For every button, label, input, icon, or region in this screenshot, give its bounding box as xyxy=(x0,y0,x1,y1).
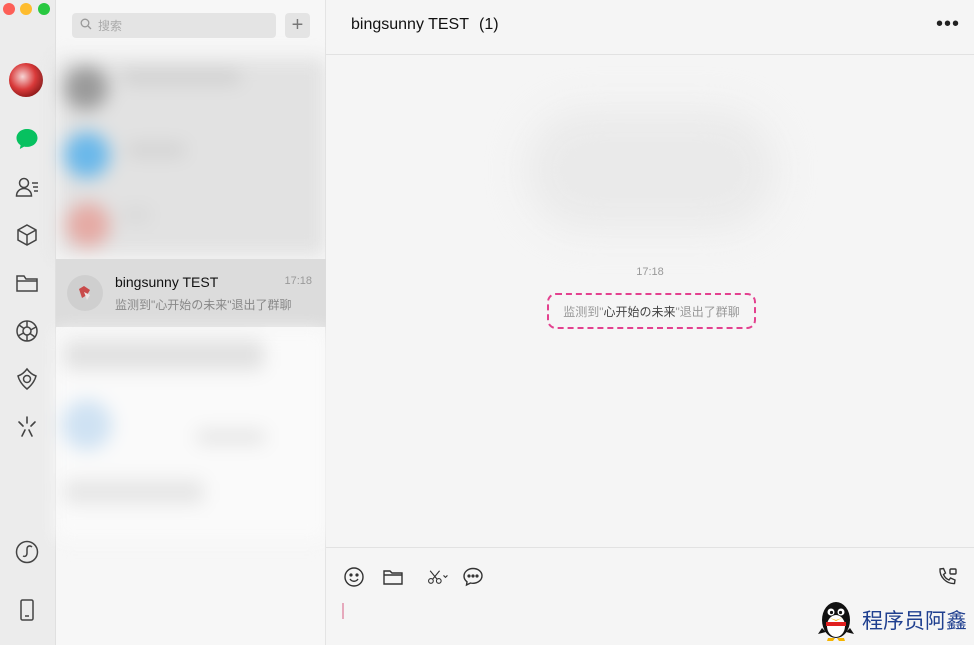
contacts-icon[interactable] xyxy=(13,173,41,201)
add-chat-button[interactable]: + xyxy=(285,13,310,38)
session-title: bingsunny TEST xyxy=(115,274,219,290)
blurred-message xyxy=(526,110,776,230)
channels-icon[interactable] xyxy=(13,365,41,393)
search-box[interactable] xyxy=(72,13,276,38)
message-timestamp: 17:18 xyxy=(636,266,664,278)
system-message-prefix: 监测到" xyxy=(563,304,604,319)
blurred-chat-list-bottom xyxy=(56,330,326,540)
box-icon[interactable] xyxy=(13,221,41,249)
mini-program-icon[interactable] xyxy=(13,538,41,566)
conversation-title: bingsunny TEST (1) xyxy=(351,16,499,34)
system-message-suffix: "退出了群聊 xyxy=(675,304,740,319)
penguin-logo-icon xyxy=(818,602,854,641)
member-count: (1) xyxy=(479,16,499,33)
search-icon xyxy=(80,17,92,35)
emoji-icon[interactable] xyxy=(341,564,367,590)
chat-icon[interactable] xyxy=(13,125,41,153)
scissors-icon[interactable] xyxy=(422,564,454,590)
session-time: 17:18 xyxy=(284,275,312,287)
group-name: bingsunny TEST xyxy=(351,16,469,33)
search-input[interactable] xyxy=(96,17,266,34)
phone-icon[interactable] xyxy=(13,596,41,624)
left-rail xyxy=(0,0,56,645)
blurred-chat-list-top xyxy=(56,58,326,256)
text-cursor xyxy=(342,603,344,619)
moments-icon[interactable] xyxy=(13,317,41,345)
more-options-button[interactable]: ••• xyxy=(936,14,960,34)
voice-call-icon[interactable] xyxy=(934,564,960,590)
chat-bubble-icon[interactable] xyxy=(460,564,486,590)
conversation-panel: bingsunny TEST (1) ••• 17:18 监测到" 心开始の未来 "退… xyxy=(326,0,974,645)
chat-list: + bingsunny TEST 17:18 监测到"心开始の未来"退出了群聊 xyxy=(56,0,326,645)
system-message: 监测到" 心开始の未来 "退出了群聊 xyxy=(547,293,756,329)
chat-session-item[interactable]: bingsunny TEST 17:18 监测到"心开始の未来"退出了群聊 xyxy=(56,259,326,327)
watermark-text: 程序员阿鑫 xyxy=(862,609,967,633)
minimize-window-button[interactable] xyxy=(20,3,32,15)
close-window-button[interactable] xyxy=(3,3,15,15)
sparkle-icon[interactable] xyxy=(13,413,41,441)
conversation-header: bingsunny TEST (1) ••• xyxy=(326,0,974,55)
author-watermark: 程序员阿鑫 xyxy=(816,595,974,645)
group-avatar xyxy=(67,275,103,311)
input-divider xyxy=(326,547,974,548)
folder-icon[interactable] xyxy=(13,269,41,297)
zoom-window-button[interactable] xyxy=(38,3,50,15)
user-avatar[interactable] xyxy=(9,63,43,97)
send-file-icon[interactable] xyxy=(380,564,406,590)
system-message-name: 心开始の未来 xyxy=(603,304,676,319)
session-preview: 监测到"心开始の未来"退出了群聊 xyxy=(115,298,292,312)
